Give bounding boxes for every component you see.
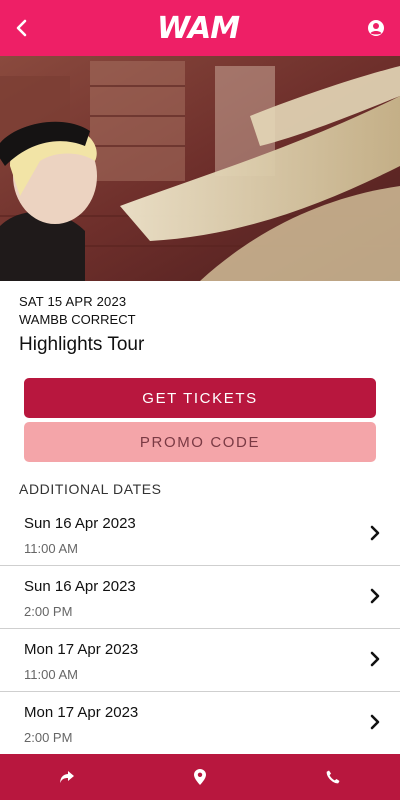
phone-button[interactable] xyxy=(303,754,363,800)
time-label: 11:00 AM xyxy=(24,541,78,556)
date-label: Mon 17 Apr 2023 xyxy=(24,704,139,721)
get-tickets-button[interactable]: GET TICKETS xyxy=(24,378,376,418)
event-info: SAT 15 APR 2023 WAMBB CORRECT Highlights… xyxy=(19,293,379,356)
account-button[interactable] xyxy=(352,0,400,56)
date-label: Sun 16 Apr 2023 xyxy=(24,578,136,595)
chevron-right-icon xyxy=(370,714,380,730)
event-date: SAT 15 APR 2023 xyxy=(19,294,127,309)
date-list-item[interactable]: Mon 17 Apr 2023 11:00 AM xyxy=(0,629,400,692)
chevron-left-icon xyxy=(16,19,27,37)
date-list-item[interactable]: Sun 16 Apr 2023 11:00 AM xyxy=(0,503,400,566)
share-button[interactable] xyxy=(37,754,97,800)
additional-dates-heading: ADDITIONAL DATES xyxy=(19,481,162,497)
user-circle-icon xyxy=(368,20,384,36)
date-label: Sun 16 Apr 2023 xyxy=(24,515,136,532)
additional-dates-list: Sun 16 Apr 2023 11:00 AM Sun 16 Apr 2023… xyxy=(0,503,400,754)
date-list-item[interactable]: Mon 17 Apr 2023 2:00 PM xyxy=(0,692,400,754)
time-label: 2:00 PM xyxy=(24,604,73,619)
location-button[interactable] xyxy=(170,754,230,800)
wam-logo: WAM xyxy=(156,10,240,46)
map-pin-icon xyxy=(193,769,206,785)
event-venue: WAMBB CORRECT xyxy=(19,312,136,327)
phone-icon xyxy=(326,770,340,784)
promo-code-button[interactable]: PROMO CODE xyxy=(24,422,376,462)
time-label: 11:00 AM xyxy=(24,667,78,682)
hero-illustration xyxy=(0,56,400,281)
time-label: 2:00 PM xyxy=(24,730,73,745)
event-title: Highlights Tour xyxy=(19,334,145,355)
bottom-action-bar xyxy=(0,754,400,800)
back-button[interactable] xyxy=(0,0,44,56)
chevron-right-icon xyxy=(370,651,380,667)
app-header: WAM xyxy=(0,0,400,56)
date-list-item[interactable]: Sun 16 Apr 2023 2:00 PM xyxy=(0,566,400,629)
chevron-right-icon xyxy=(370,588,380,604)
chevron-right-icon xyxy=(370,525,380,541)
event-hero-image xyxy=(0,56,400,281)
date-label: Mon 17 Apr 2023 xyxy=(24,641,139,658)
share-arrow-icon xyxy=(59,771,74,783)
